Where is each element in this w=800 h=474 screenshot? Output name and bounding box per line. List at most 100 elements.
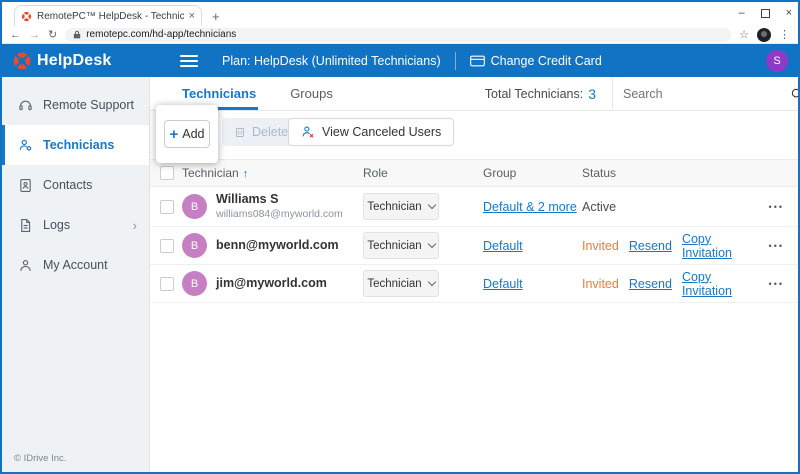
window-close-button[interactable]: ×: [786, 8, 792, 19]
group-link[interactable]: Default: [483, 239, 582, 253]
status-badge: Invited: [582, 239, 619, 253]
row-avatar: B: [182, 271, 207, 296]
window-restore-button[interactable]: [761, 9, 770, 18]
sidebar-item-contacts[interactable]: Contacts: [2, 165, 149, 205]
hamburger-menu-icon[interactable]: [180, 52, 198, 70]
browser-window: RemotePC™ HelpDesk - Technicians × + – ×…: [0, 0, 800, 474]
browser-profile-avatar[interactable]: [757, 28, 771, 42]
change-credit-card-label: Change Credit Card: [491, 54, 602, 68]
table-row: B benn@myworld.com Technician Default In…: [150, 227, 798, 265]
column-group: Group: [483, 166, 582, 180]
table-row: B Williams S williams084@myworld.com Tec…: [150, 187, 798, 227]
credit-card-icon: [470, 55, 485, 67]
column-role: Role: [363, 166, 483, 180]
row-checkbox[interactable]: [160, 200, 174, 214]
sidebar-item-remote-support[interactable]: Remote Support: [2, 85, 149, 125]
sidebar-item-label: Contacts: [43, 178, 92, 192]
sort-asc-icon: ↑: [243, 168, 249, 180]
lifebuoy-favicon-icon: [21, 11, 32, 22]
row-checkbox[interactable]: [160, 239, 174, 253]
chevron-down-icon: [427, 240, 435, 248]
row-menu-icon[interactable]: •••: [752, 279, 798, 289]
status-badge: Invited: [582, 277, 619, 291]
window-minimize-button[interactable]: –: [738, 8, 744, 19]
copyright-footer: © IDrive Inc.: [14, 453, 66, 464]
user-avatar[interactable]: S: [766, 50, 788, 72]
plus-icon: +: [169, 127, 178, 142]
resend-link[interactable]: Resend: [629, 239, 672, 253]
chevron-down-icon: [427, 278, 435, 286]
change-credit-card-button[interactable]: Change Credit Card: [470, 54, 602, 68]
forward-icon[interactable]: →: [29, 29, 40, 41]
new-tab-button[interactable]: +: [212, 9, 220, 26]
browser-nav-bar: ← → ↻ remotepc.com/hd-app/technicians ☆ …: [2, 26, 798, 44]
total-count: 3: [588, 86, 596, 102]
column-status: Status: [582, 166, 752, 180]
technician-name: jim@myworld.com: [216, 276, 327, 292]
table-header: Technician↑ Role Group Status: [150, 159, 798, 187]
select-all-checkbox[interactable]: [160, 166, 174, 180]
account-icon: [18, 258, 33, 273]
role-dropdown[interactable]: Technician: [363, 270, 439, 297]
technician-icon: [18, 138, 33, 153]
chevron-down-icon: [427, 201, 435, 209]
browser-tab[interactable]: RemotePC™ HelpDesk - Technicians ×: [14, 5, 202, 26]
copy-invitation-link[interactable]: Copy Invitation: [682, 270, 752, 298]
browser-tab-bar: RemotePC™ HelpDesk - Technicians × + – ×: [2, 2, 798, 26]
logo-text: HelpDesk: [37, 52, 112, 70]
close-tab-icon[interactable]: ×: [189, 10, 195, 22]
header-divider: [455, 52, 456, 70]
view-canceled-users-button[interactable]: View Canceled Users: [288, 118, 454, 146]
sidebar-item-technicians[interactable]: Technicians: [2, 125, 149, 165]
lock-icon: [73, 30, 81, 39]
lifebuoy-logo-icon: [12, 51, 32, 71]
tab-groups[interactable]: Groups: [288, 77, 335, 110]
main-content: Technicians Groups Total Technicians:3: [150, 77, 798, 472]
url-text: remotepc.com/hd-app/technicians: [86, 29, 236, 40]
headset-icon: [18, 98, 33, 113]
canceled-user-icon: [301, 125, 315, 139]
add-button[interactable]: + Add: [164, 120, 210, 148]
row-menu-icon[interactable]: •••: [752, 202, 798, 212]
row-avatar: B: [182, 194, 207, 219]
bookmark-star-icon[interactable]: ☆: [739, 28, 749, 41]
table-row: B jim@myworld.com Technician Default Inv…: [150, 265, 798, 303]
back-icon[interactable]: ←: [10, 29, 21, 41]
browser-menu-icon[interactable]: ⋮: [779, 28, 790, 41]
technician-name: Williams S: [216, 192, 343, 208]
sidebar-item-label: Remote Support: [43, 98, 134, 112]
trash-icon: [234, 126, 246, 138]
status-badge: Active: [582, 200, 616, 214]
plan-label: Plan: HelpDesk (Unlimited Technicians): [222, 54, 441, 68]
row-checkbox[interactable]: [160, 277, 174, 291]
role-dropdown[interactable]: Technician: [363, 232, 439, 259]
tab-title: RemotePC™ HelpDesk - Technicians: [37, 11, 184, 22]
technician-name: benn@myworld.com: [216, 238, 339, 254]
sidebar-item-my-account[interactable]: My Account: [2, 245, 149, 285]
copy-invitation-link[interactable]: Copy Invitation: [682, 232, 752, 260]
resend-link[interactable]: Resend: [629, 277, 672, 291]
search-icon[interactable]: [790, 87, 800, 101]
search-input[interactable]: [623, 87, 784, 101]
sidebar-item-label: Logs: [43, 218, 70, 232]
reload-icon[interactable]: ↻: [48, 28, 57, 41]
logs-icon: [18, 218, 33, 233]
sidebar-item-label: Technicians: [43, 138, 114, 152]
add-button-card: + Add: [156, 105, 218, 163]
contacts-icon: [18, 178, 33, 193]
content-tabs-row: Technicians Groups Total Technicians:3: [150, 77, 798, 111]
column-technician[interactable]: Technician↑: [182, 166, 363, 180]
row-menu-icon[interactable]: •••: [752, 241, 798, 251]
group-link[interactable]: Default & 2 more: [483, 200, 582, 214]
sidebar-item-label: My Account: [43, 258, 108, 272]
sidebar-item-logs[interactable]: Logs ›: [2, 205, 149, 245]
group-link[interactable]: Default: [483, 277, 582, 291]
row-avatar: B: [182, 233, 207, 258]
role-dropdown[interactable]: Technician: [363, 193, 439, 220]
total-technicians: Total Technicians:3: [485, 77, 612, 110]
search-box: [612, 77, 798, 110]
address-bar[interactable]: remotepc.com/hd-app/technicians: [65, 28, 731, 42]
helpdesk-logo[interactable]: HelpDesk: [12, 51, 162, 71]
sidebar: Remote Support Technicians Contacts Logs: [2, 77, 150, 472]
toolbar: + Add Delete View Canceled Users: [150, 111, 798, 159]
